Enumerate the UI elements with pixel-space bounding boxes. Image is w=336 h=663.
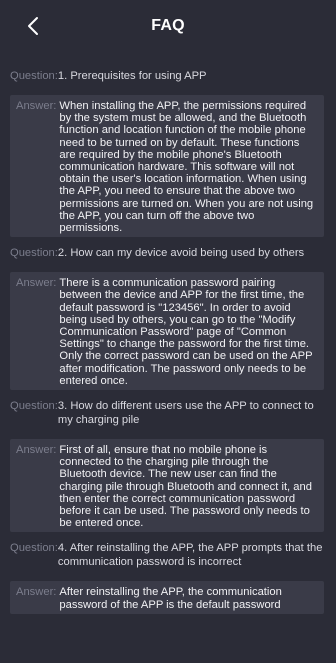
- page-title: FAQ: [151, 17, 185, 34]
- faq-item: Question: 1. Prerequisites for using APP…: [0, 69, 336, 246]
- question-label: Question:: [10, 70, 58, 82]
- question-text: 1. Prerequisites for using APP: [57, 70, 207, 82]
- question-text: 3. How do different users use the APP to…: [57, 400, 314, 427]
- question-row: Question: 4. After reinstalling the APP,…: [0, 541, 336, 569]
- faq-screen: FAQ Question: 1. Prerequisites for using…: [0, 0, 336, 663]
- answer-text: There is a communication password pairin…: [59, 277, 313, 387]
- faq-item: Question: 2. How can my device avoid bei…: [0, 246, 336, 399]
- question-label: Question:: [10, 247, 58, 260]
- question-row: Question: 2. How can my device avoid bei…: [0, 246, 336, 260]
- answer-text: When installing the APP, the permissions…: [59, 100, 314, 235]
- chevron-left-icon: [28, 17, 38, 35]
- question-text: 2. How can my device avoid being used by…: [57, 247, 305, 260]
- header-bar: FAQ: [0, 0, 336, 52]
- answer-box: Answer: When installing the APP, the per…: [10, 95, 324, 238]
- question-label: Question:: [10, 542, 58, 555]
- answer-label: Answer:: [16, 100, 57, 112]
- faq-item: Question: 3. How do different users use …: [0, 399, 336, 541]
- answer-box: Answer: After reinstalling the APP, the …: [10, 581, 324, 614]
- faq-item: Question: 4. After reinstalling the APP,…: [0, 541, 336, 614]
- answer-text: First of all, ensure that no mobile phon…: [59, 444, 312, 530]
- question-text: 4. After reinstalling the APP, the APP p…: [57, 542, 323, 569]
- question-row: Question: 3. How do different users use …: [0, 399, 336, 427]
- answer-label: Answer:: [16, 586, 57, 599]
- faq-list: Question: 1. Prerequisites for using APP…: [0, 52, 336, 614]
- answer-box: Answer: First of all, ensure that no mob…: [10, 439, 324, 533]
- answer-box: Answer: There is a communication passwor…: [10, 272, 324, 391]
- question-row: Question: 1. Prerequisites for using APP: [0, 69, 336, 83]
- answer-label: Answer:: [16, 277, 57, 290]
- answer-text: After reinstalling the APP, the communic…: [59, 586, 282, 611]
- back-button[interactable]: [20, 12, 46, 40]
- question-label: Question:: [10, 400, 58, 413]
- answer-label: Answer:: [16, 444, 57, 457]
